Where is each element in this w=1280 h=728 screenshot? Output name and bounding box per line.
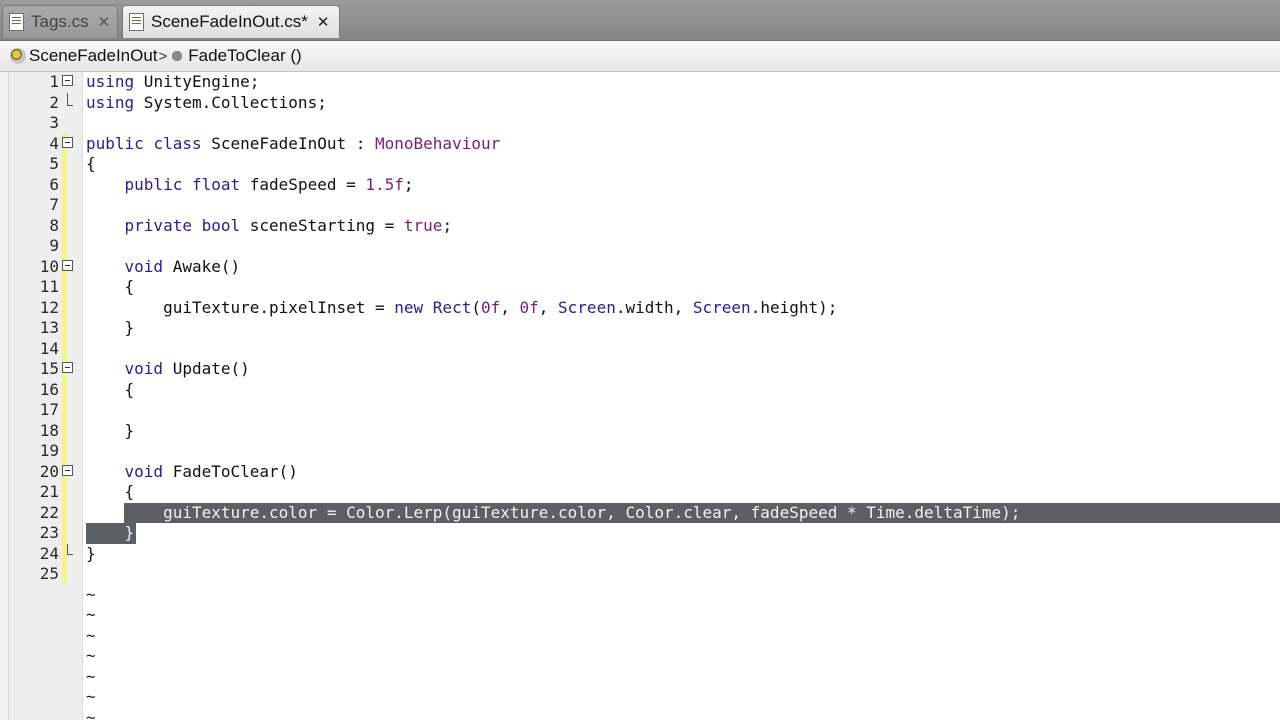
line-number: 12 <box>9 298 59 319</box>
code-line[interactable]: 21 { <box>0 482 1280 503</box>
code-text: { <box>86 482 134 503</box>
code-text: { <box>86 380 134 401</box>
breadcrumb-class[interactable]: SceneFadeInOut <box>29 46 158 66</box>
code-line[interactable]: 2 using System.Collections; <box>0 93 1280 114</box>
code-line[interactable]: 20 void FadeToClear() <box>0 462 1280 483</box>
empty-line-marker: ~ <box>86 667 96 688</box>
line-number: 22 <box>9 503 59 524</box>
csharp-file-icon <box>9 13 24 31</box>
fold-end-icon <box>67 93 73 106</box>
code-line[interactable]: 14 <box>0 339 1280 360</box>
code-text: guiTexture.color = Color.Lerp(guiTexture… <box>86 503 1020 524</box>
code-text: using System.Collections; <box>86 93 327 114</box>
csharp-file-icon <box>129 13 144 31</box>
code-line[interactable]: 13 } <box>0 318 1280 339</box>
code-line[interactable]: 17 <box>0 400 1280 421</box>
code-text: public float fadeSpeed = 1.5f; <box>86 175 414 196</box>
tab-scenefadeinout-cs[interactable]: SceneFadeInOut.cs* ✕ <box>122 5 340 38</box>
line-number: 23 <box>9 523 59 544</box>
line-number: 24 <box>9 544 59 565</box>
code-line[interactable]: 6 public float fadeSpeed = 1.5f; <box>0 175 1280 196</box>
line-number: 6 <box>9 175 59 196</box>
fold-collapse-icon[interactable] <box>62 137 73 148</box>
code-line[interactable]: 5 { <box>0 154 1280 175</box>
code-text: public class SceneFadeInOut : MonoBehavi… <box>86 134 500 155</box>
empty-line-marker: ~ <box>86 646 96 667</box>
class-icon <box>10 48 26 64</box>
code-editor[interactable]: 1 using UnityEngine; 2 using System.Coll… <box>0 72 1280 720</box>
line-number: 3 <box>9 113 59 134</box>
code-line[interactable]: 25 <box>0 564 1280 585</box>
code-text: { <box>86 154 96 175</box>
line-number: 1 <box>9 72 59 93</box>
code-line[interactable]: 10 void Awake() <box>0 257 1280 278</box>
fold-collapse-icon[interactable] <box>62 260 73 271</box>
code-text: using UnityEngine; <box>86 72 259 93</box>
code-text: { <box>86 277 134 298</box>
fold-collapse-icon[interactable] <box>62 75 73 86</box>
line-number: 10 <box>9 257 59 278</box>
code-line[interactable]: 3 <box>0 113 1280 134</box>
code-text: } <box>86 421 134 442</box>
breadcrumb-method[interactable]: FadeToClear () <box>188 46 301 66</box>
close-tab-icon[interactable]: ✕ <box>98 13 111 31</box>
line-number: 8 <box>9 216 59 237</box>
fold-collapse-icon[interactable] <box>62 465 73 476</box>
code-text: void Awake() <box>86 257 240 278</box>
code-line[interactable]: 1 using UnityEngine; <box>0 72 1280 93</box>
line-number: 17 <box>9 400 59 421</box>
empty-line-marker: ~ <box>86 687 96 708</box>
code-line[interactable]: 7 <box>0 195 1280 216</box>
close-tab-icon[interactable]: ✕ <box>317 13 330 31</box>
code-line[interactable]: 4 public class SceneFadeInOut : MonoBeha… <box>0 134 1280 155</box>
empty-line-marker: ~ <box>86 626 96 647</box>
line-number: 13 <box>9 318 59 339</box>
code-line[interactable]: 15 void Update() <box>0 359 1280 380</box>
code-line[interactable]: 24 } <box>0 544 1280 565</box>
code-line-selected[interactable]: 22 guiTexture.color = Color.Lerp(guiText… <box>0 503 1280 524</box>
line-number: 25 <box>9 564 59 585</box>
breadcrumb: SceneFadeInOut > FadeToClear () <box>0 41 1280 72</box>
fold-collapse-icon[interactable] <box>62 362 73 373</box>
method-icon <box>169 48 185 64</box>
line-number: 5 <box>9 154 59 175</box>
line-number: 2 <box>9 93 59 114</box>
code-line[interactable]: 18 } <box>0 421 1280 442</box>
breadcrumb-separator: > <box>159 48 168 65</box>
line-number: 14 <box>9 339 59 360</box>
code-line[interactable]: 16 { <box>0 380 1280 401</box>
tab-label: SceneFadeInOut.cs* <box>151 12 308 32</box>
code-line[interactable]: 11 { <box>0 277 1280 298</box>
line-number: 9 <box>9 236 59 257</box>
line-number: 7 <box>9 195 59 216</box>
line-number: 20 <box>9 462 59 483</box>
fold-end-icon <box>67 544 73 555</box>
line-number: 15 <box>9 359 59 380</box>
code-line-selected[interactable]: 23 } <box>0 523 1280 544</box>
tab-tags-cs[interactable]: Tags.cs ✕ <box>2 5 118 38</box>
tab-bar: Tags.cs ✕ SceneFadeInOut.cs* ✕ <box>0 0 1280 41</box>
line-number: 11 <box>9 277 59 298</box>
code-text: } <box>86 544 96 565</box>
code-line[interactable]: 12 guiTexture.pixelInset = new Rect(0f, … <box>0 298 1280 319</box>
line-number: 16 <box>9 380 59 401</box>
empty-line-marker: ~ <box>86 585 96 606</box>
empty-line-marker: ~ <box>86 708 96 728</box>
code-text: private bool sceneStarting = true; <box>86 216 452 237</box>
code-line[interactable]: 19 <box>0 441 1280 462</box>
tab-label: Tags.cs <box>31 12 89 32</box>
line-number: 4 <box>9 134 59 155</box>
code-text: void Update() <box>86 359 250 380</box>
empty-line-marker: ~ <box>86 605 96 626</box>
code-text: guiTexture.pixelInset = new Rect(0f, 0f,… <box>86 298 837 319</box>
code-text: void FadeToClear() <box>86 462 298 483</box>
code-text: } <box>86 318 134 339</box>
code-line[interactable]: 8 private bool sceneStarting = true; <box>0 216 1280 237</box>
line-number: 21 <box>9 482 59 503</box>
line-number: 18 <box>9 421 59 442</box>
code-line[interactable]: 9 <box>0 236 1280 257</box>
code-text: } <box>86 523 134 544</box>
line-number: 19 <box>9 441 59 462</box>
